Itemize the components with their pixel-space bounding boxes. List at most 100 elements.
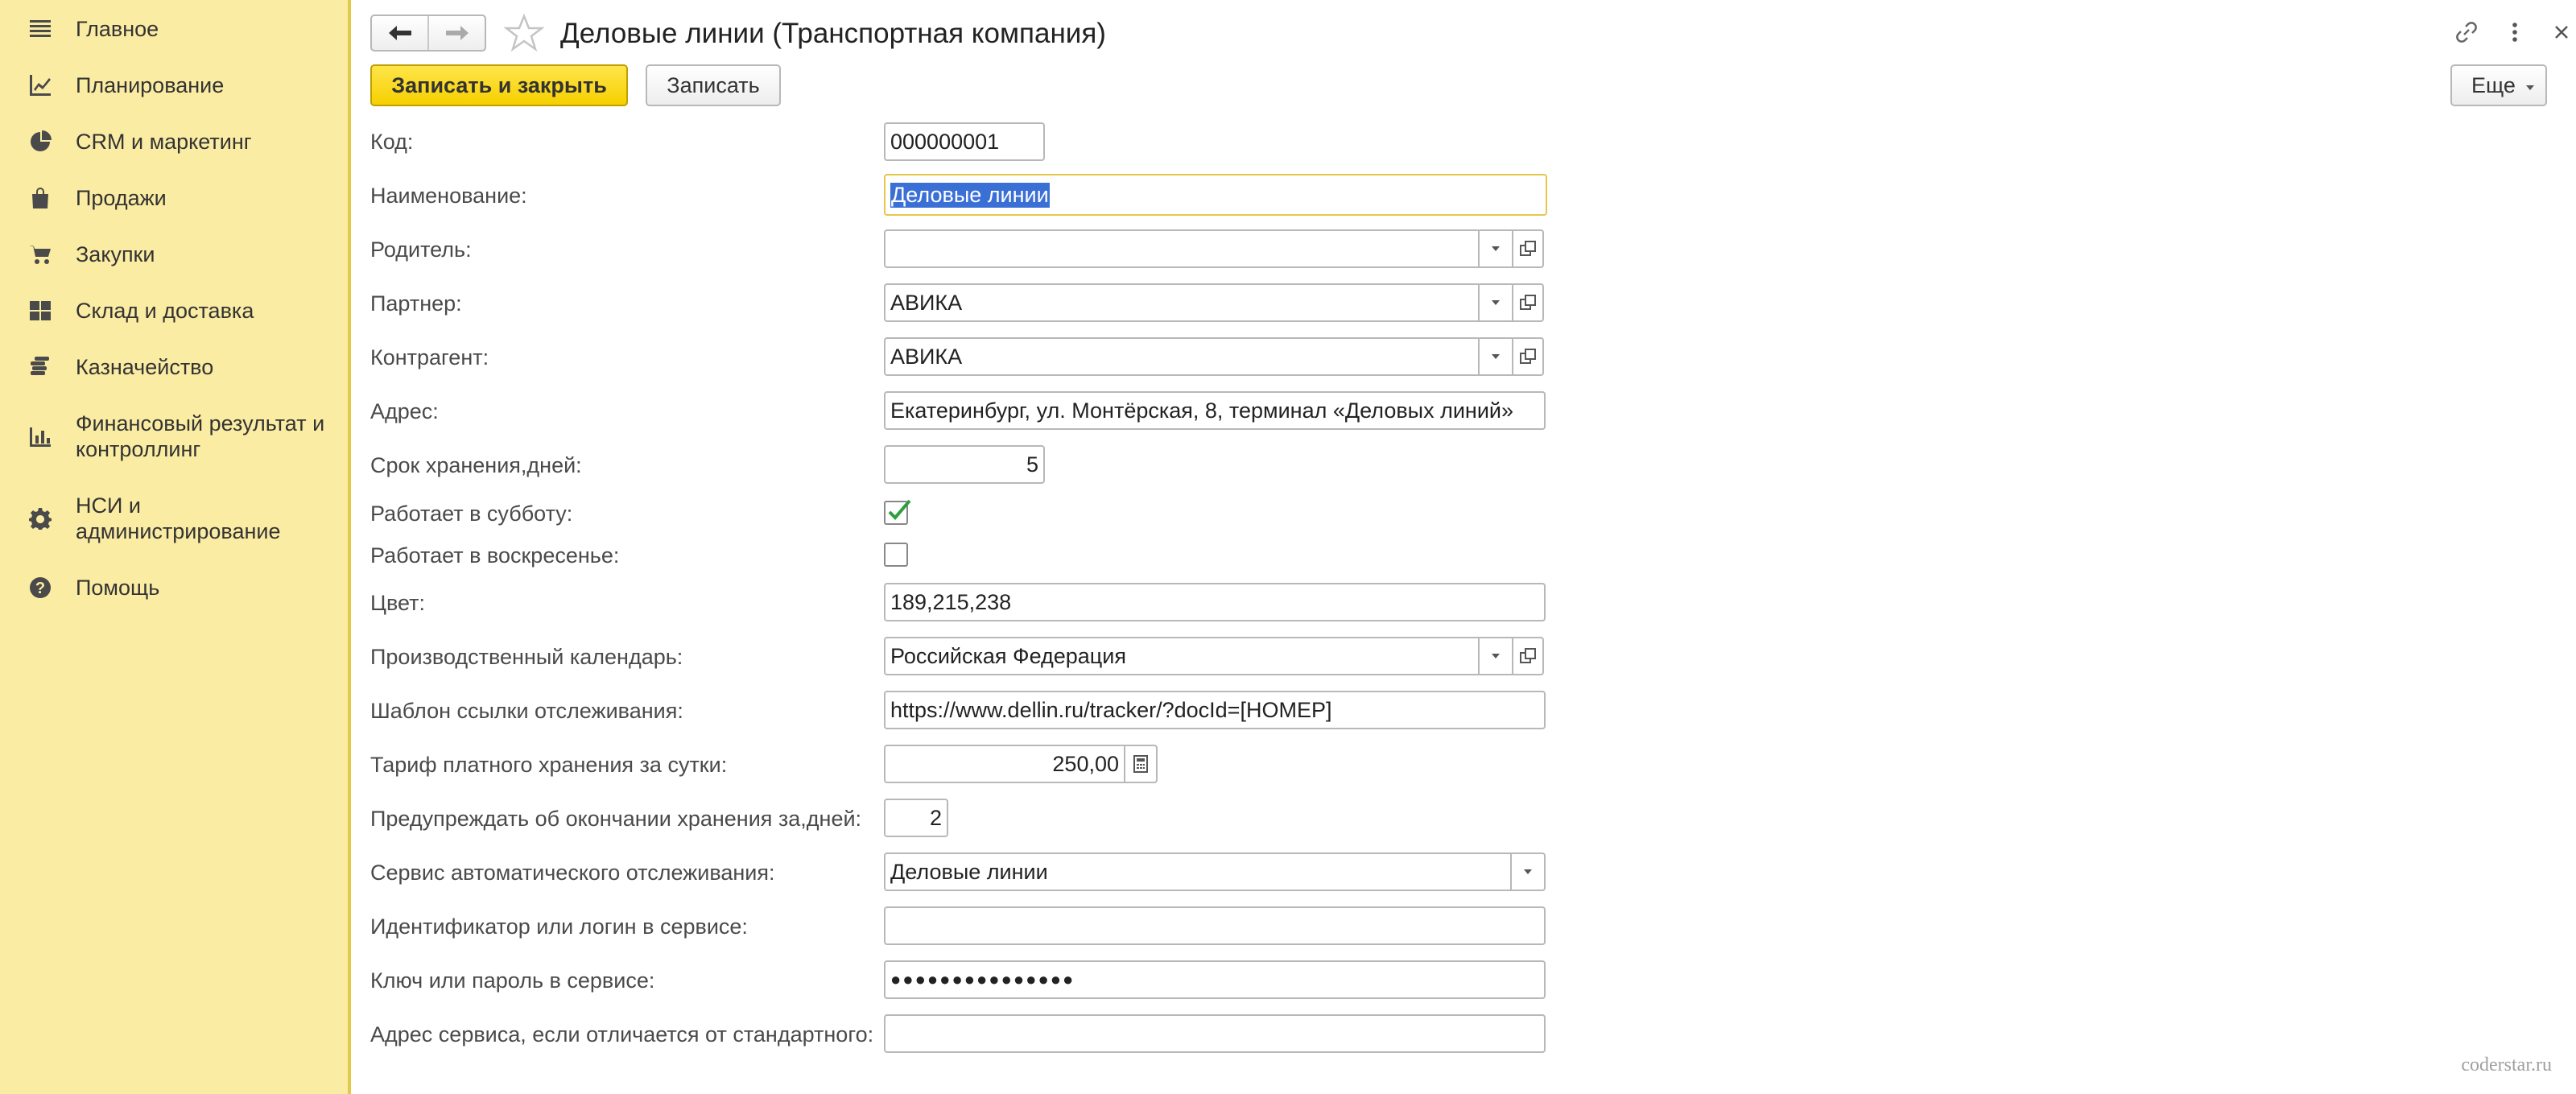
tracking-template-field[interactable]: https://www.dellin.ru/tracker/?docId=[НО…: [884, 691, 1546, 729]
partner-dropdown-button[interactable]: [1478, 283, 1513, 322]
sidebar-item-label: Казначейство: [76, 355, 214, 379]
menu-lines-icon: [27, 16, 53, 42]
works-saturday-label: Работает в субботу:: [370, 502, 573, 526]
name-label: Наименование:: [370, 184, 527, 208]
service-address-label: Адрес сервиса, если отличается от станда…: [370, 1022, 874, 1047]
more-button[interactable]: Еще: [2450, 64, 2547, 106]
back-button[interactable]: [372, 16, 427, 50]
arrow-right-icon: [445, 26, 469, 40]
sidebar-item-planning[interactable]: Планирование: [0, 69, 348, 101]
color-label: Цвет:: [370, 591, 426, 615]
sidebar-item-label: Финансовый результат и контроллинг: [76, 411, 325, 461]
calendar-field[interactable]: Российская Федерация: [884, 637, 1480, 675]
sidebar-item-label: Планирование: [76, 73, 225, 97]
sidebar: Главное Планирование CRM и маркетинг Про…: [0, 0, 351, 1094]
storage-tariff-label: Тариф платного хранения за сутки:: [370, 753, 728, 777]
service-password-field[interactable]: ●●●●●●●●●●●●●●●: [884, 960, 1546, 999]
save-button[interactable]: Записать: [646, 64, 781, 106]
calendar-open-button[interactable]: [1512, 637, 1544, 675]
checkmark-icon: [888, 499, 911, 520]
parent-open-button[interactable]: [1512, 229, 1544, 268]
sidebar-item-admin[interactable]: НСИ и администрирование: [0, 489, 348, 547]
sidebar-item-treasury[interactable]: Казначейство: [0, 351, 348, 383]
service-address-field[interactable]: [884, 1014, 1546, 1053]
storage-days-label: Срок хранения,дней:: [370, 453, 582, 477]
grid-icon: [27, 298, 53, 324]
link-icon: [2456, 22, 2477, 43]
code-label: Код:: [370, 130, 414, 154]
tracking-service-field[interactable]: Деловые линии: [884, 852, 1512, 891]
sidebar-item-label: Главное: [76, 17, 159, 41]
navigation-buttons: [370, 14, 486, 52]
counterparty-field[interactable]: АВИКА: [884, 337, 1480, 376]
calculator-button[interactable]: [1124, 745, 1158, 783]
warn-days-field[interactable]: 2: [884, 799, 948, 837]
sidebar-item-sales[interactable]: Продажи: [0, 182, 348, 214]
sidebar-item-purchases[interactable]: Закупки: [0, 238, 348, 270]
name-field[interactable]: Деловые линии: [884, 174, 1547, 216]
storage-days-field[interactable]: 5: [884, 445, 1045, 484]
parent-label: Родитель:: [370, 237, 472, 262]
tracking-template-label: Шаблон ссылки отслеживания:: [370, 699, 683, 723]
save-and-close-button[interactable]: Записать и закрыть: [370, 64, 628, 106]
storage-tariff-field[interactable]: 250,00: [884, 745, 1125, 783]
coins-icon: [27, 354, 53, 380]
pie-chart-icon: [27, 129, 53, 155]
parent-dropdown-button[interactable]: [1478, 229, 1513, 268]
partner-field[interactable]: АВИКА: [884, 283, 1480, 322]
chevron-down-icon: [1492, 246, 1500, 251]
favorite-star-icon[interactable]: [504, 13, 544, 53]
sidebar-item-main[interactable]: Главное: [0, 13, 348, 45]
counterparty-open-button[interactable]: [1512, 337, 1544, 376]
counterparty-label: Контрагент:: [370, 345, 489, 369]
close-icon: [2555, 26, 2568, 39]
cart-icon: [27, 242, 53, 267]
page-title: Деловые линии (Транспортная компания): [560, 18, 1106, 49]
counterparty-dropdown-button[interactable]: [1478, 337, 1513, 376]
arrow-left-icon: [388, 26, 411, 40]
watermark: coderstar.ru: [2461, 1055, 2552, 1075]
forward-button[interactable]: [427, 16, 485, 50]
main-area: Деловые линии (Транспортная компания) За…: [351, 0, 2576, 1094]
planning-chart-icon: [27, 72, 53, 98]
works-sunday-checkbox[interactable]: [884, 543, 908, 567]
works-saturday-checkbox[interactable]: [884, 499, 911, 525]
open-window-icon: [1520, 648, 1536, 663]
calendar-label: Производственный календарь:: [370, 645, 683, 669]
open-window-icon: [1520, 349, 1536, 364]
service-login-label: Идентификатор или логин в сервисе:: [370, 914, 748, 939]
more-options-button[interactable]: [2500, 18, 2529, 47]
sidebar-item-label: Склад и доставка: [76, 299, 254, 323]
gear-icon: [27, 506, 53, 531]
sidebar-item-help[interactable]: ? Помощь: [0, 572, 348, 604]
link-button[interactable]: [2452, 18, 2481, 47]
close-button[interactable]: [2547, 18, 2576, 47]
color-field[interactable]: 189,215,238: [884, 583, 1546, 621]
sidebar-item-crm[interactable]: CRM и маркетинг: [0, 126, 348, 158]
parent-field[interactable]: [884, 229, 1480, 268]
chevron-down-icon: [1524, 869, 1532, 874]
code-field[interactable]: 000000001: [884, 122, 1045, 161]
partner-label: Партнер:: [370, 291, 462, 316]
sidebar-item-warehouse[interactable]: Склад и доставка: [0, 295, 348, 327]
chevron-down-icon: [1492, 654, 1500, 658]
calendar-dropdown-button[interactable]: [1478, 637, 1513, 675]
tracking-service-label: Сервис автоматического отслеживания:: [370, 861, 775, 885]
tracking-service-dropdown-button[interactable]: [1510, 852, 1546, 891]
service-login-field[interactable]: [884, 906, 1546, 945]
sidebar-item-label: НСИ и администрирование: [76, 493, 281, 543]
svg-text:?: ?: [35, 580, 45, 597]
address-field[interactable]: Екатеринбург, ул. Монтёрская, 8, термина…: [884, 391, 1546, 430]
sidebar-item-label: Помощь: [76, 576, 160, 600]
shopping-bag-icon: [27, 185, 53, 211]
sidebar-item-finance[interactable]: Финансовый результат и контроллинг: [0, 407, 348, 465]
sidebar-item-label: CRM и маркетинг: [76, 130, 252, 154]
service-password-label: Ключ или пароль в сервисе:: [370, 968, 655, 993]
partner-open-button[interactable]: [1512, 283, 1544, 322]
name-field-selected-text: Деловые линии: [890, 182, 1050, 208]
sidebar-item-label: Продажи: [76, 186, 167, 210]
works-sunday-label: Работает в воскресенье:: [370, 543, 620, 568]
warn-days-label: Предупреждать об окончании хранения за,д…: [370, 807, 862, 831]
chevron-down-icon: [2526, 85, 2534, 90]
chevron-down-icon: [1492, 354, 1500, 359]
